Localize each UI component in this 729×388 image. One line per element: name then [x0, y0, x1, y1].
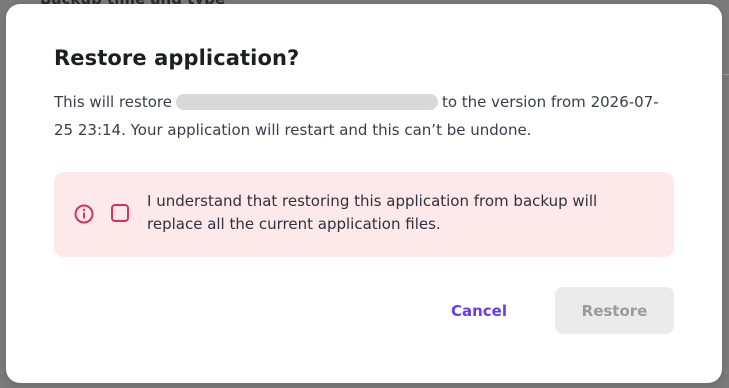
dialog-description: This will restore to the version from 202…: [54, 88, 664, 144]
understand-checkbox[interactable]: [111, 204, 129, 222]
warning-alert: I understand that restoring this applica…: [54, 172, 674, 257]
alert-text: I understand that restoring this applica…: [147, 192, 598, 233]
dialog-title: Restore application?: [54, 46, 300, 70]
restore-dialog: Restore application? This will restore to…: [6, 4, 722, 383]
restore-button[interactable]: Restore: [555, 287, 674, 334]
info-icon: [74, 204, 94, 224]
description-prefix: This will restore: [54, 93, 172, 111]
cancel-button[interactable]: Cancel: [432, 288, 526, 334]
redacted-application-name: [175, 94, 438, 110]
